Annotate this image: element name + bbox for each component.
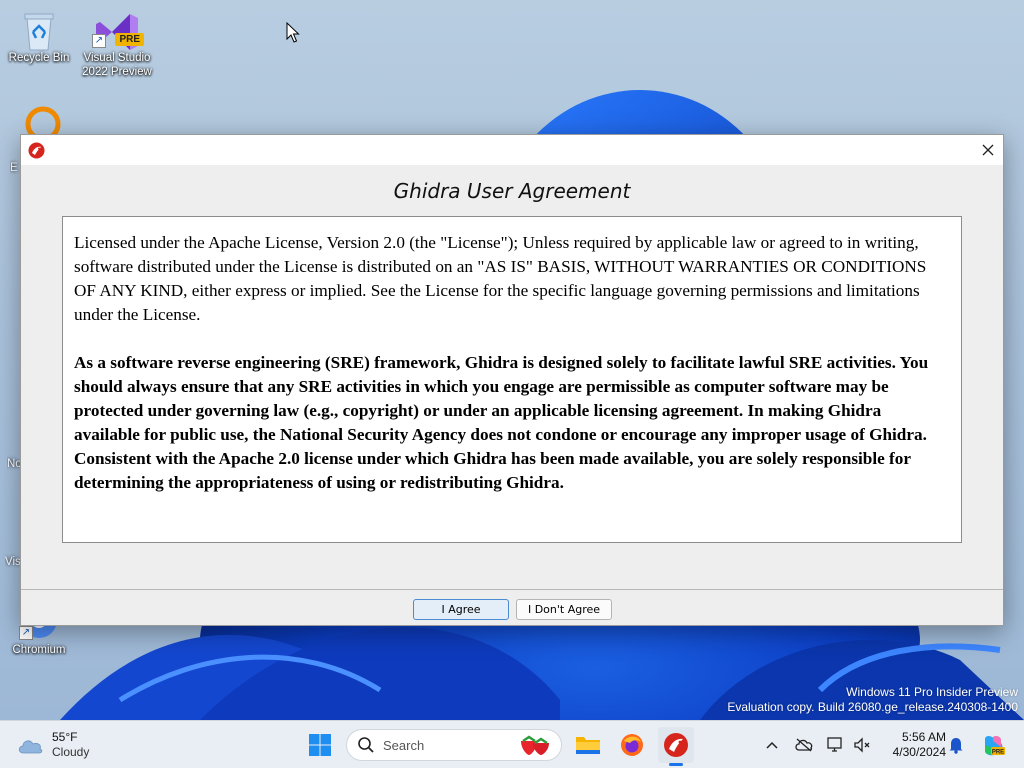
shortcut-arrow-icon: ↗ xyxy=(92,34,106,48)
dialog-title: Ghidra User Agreement xyxy=(393,179,631,203)
search-placeholder: Search xyxy=(383,737,425,753)
cloud-icon xyxy=(18,740,43,754)
windows-watermark: Windows 11 Pro Insider Preview Evaluatio… xyxy=(727,685,1018,715)
license-text-area: Licensed under the Apache License, Versi… xyxy=(62,216,962,543)
copilot-icon: PRE xyxy=(985,735,1005,756)
notifications-button[interactable] xyxy=(946,735,966,755)
active-indicator xyxy=(669,763,683,766)
ghidra-dragon-icon xyxy=(28,142,45,159)
strawberry-icon xyxy=(521,735,549,755)
partial-label: E xyxy=(10,162,18,174)
volume-tray-button[interactable] xyxy=(852,735,872,755)
watermark-line2: Evaluation copy. Build 26080.ge_release.… xyxy=(727,700,1018,714)
clock-date: 4/30/2024 xyxy=(892,745,946,759)
clock-time: 5:56 AM xyxy=(901,730,946,744)
weather-temp: 55°F xyxy=(52,730,78,744)
show-hidden-icons-button[interactable] xyxy=(762,735,782,755)
dialog-titlebar[interactable] xyxy=(21,135,1003,165)
close-icon xyxy=(982,144,994,156)
ghidra-taskbar-button[interactable] xyxy=(658,727,694,766)
weather-widget[interactable]: 55°F Cloudy xyxy=(16,729,89,761)
ghidra-agreement-dialog: Ghidra User Agreement Licensed under the… xyxy=(20,134,1004,626)
dialog-separator xyxy=(21,589,1003,590)
file-explorer-button[interactable] xyxy=(570,727,606,763)
recycle-bin-icon xyxy=(19,8,59,51)
cloud-offline-icon xyxy=(795,738,813,752)
search-icon xyxy=(358,737,374,753)
recycle-bin-label: Recycle Bin xyxy=(8,52,70,64)
license-paragraph: Licensed under the Apache License, Versi… xyxy=(74,233,927,324)
close-button[interactable] xyxy=(973,135,1003,165)
chromium-label: Chromium xyxy=(12,644,66,656)
watermark-line1: Windows 11 Pro Insider Preview xyxy=(846,685,1018,699)
ghidra-dragon-icon xyxy=(664,733,688,757)
taskbar-clock[interactable]: 5:56 AM 4/30/2024 xyxy=(880,730,946,760)
cloud-sync-tray-button[interactable] xyxy=(794,735,814,755)
taskbar: 55°F Cloudy Search 5:56 AM 4/30/2024 PRE xyxy=(0,720,1024,768)
firefox-button[interactable] xyxy=(614,727,650,763)
copilot-button[interactable]: PRE xyxy=(980,735,1006,756)
pre-badge: PRE xyxy=(115,33,144,46)
volume-muted-icon xyxy=(854,737,870,753)
windows-logo-icon xyxy=(309,734,331,756)
network-icon xyxy=(827,737,842,752)
i-agree-button[interactable]: I Agree xyxy=(413,599,509,620)
visual-studio-icon: PRE ↗ xyxy=(92,8,144,50)
sre-disclaimer-paragraph: As a software reverse engineering (SRE) … xyxy=(74,353,929,492)
mouse-cursor-icon xyxy=(286,22,300,43)
folder-icon xyxy=(576,737,600,754)
partial-label: Vis xyxy=(5,556,21,568)
desktop-icon-recycle-bin[interactable]: Recycle Bin xyxy=(1,8,77,65)
weather-condition: Cloudy xyxy=(52,745,90,759)
start-button[interactable] xyxy=(302,727,338,763)
desktop-icon-visual-studio[interactable]: PRE ↗ Visual Studio 2022 Preview xyxy=(79,8,155,79)
network-tray-button[interactable] xyxy=(826,735,846,755)
svg-text:PRE: PRE xyxy=(992,750,1004,756)
visual-studio-label: Visual Studio 2022 Preview xyxy=(82,52,152,78)
i-dont-agree-button[interactable]: I Don't Agree xyxy=(516,599,612,620)
firefox-icon xyxy=(621,734,643,756)
taskbar-search[interactable]: Search xyxy=(346,729,562,761)
bell-icon xyxy=(949,738,963,754)
shortcut-arrow-icon: ↗ xyxy=(19,626,33,640)
chevron-up-icon xyxy=(766,741,778,749)
